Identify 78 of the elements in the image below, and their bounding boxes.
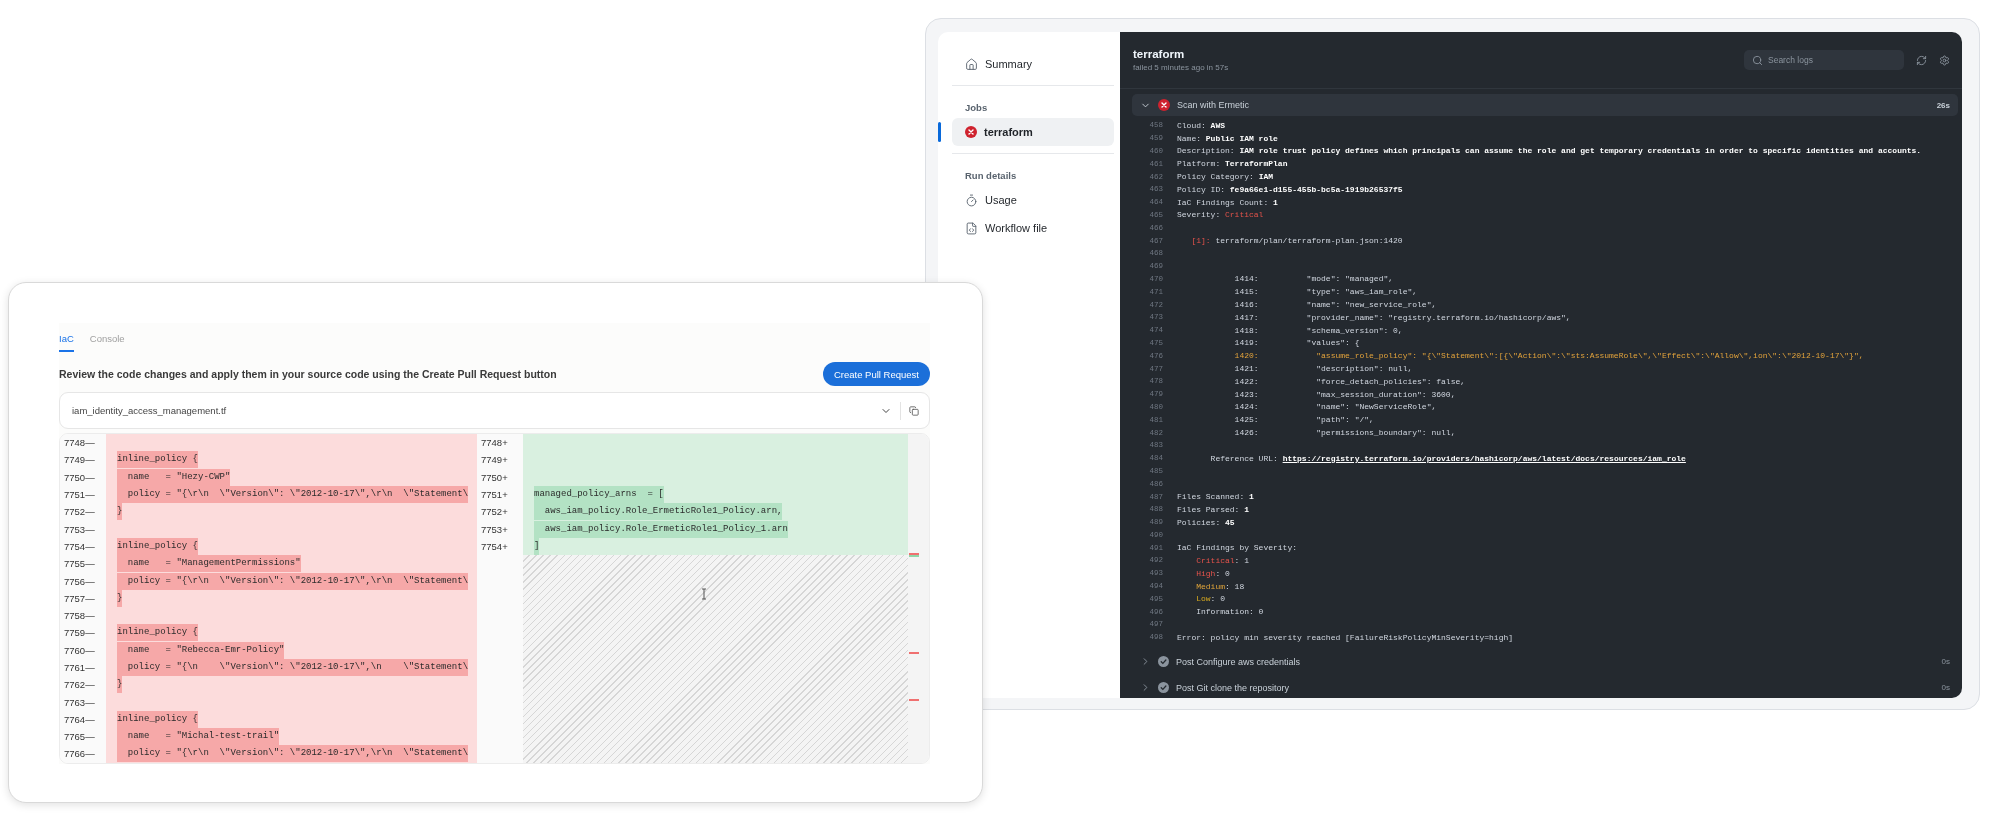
log-line: Name: Public IAM role [1177,133,1278,143]
log-line: Policy ID: fe9a66e1-d155-455b-bc5a-1919b26537f5 [1177,184,1403,194]
job-item[interactable]: terraform [952,118,1114,146]
log-line: Files Scanned: 1 [1177,492,1254,501]
line-number: 7765— [60,728,106,746]
log-line: Severity: Critical [1177,210,1264,220]
search-input[interactable]: Search logs [1768,55,1896,65]
line-number: 7752— [60,503,106,521]
stopwatch-icon [965,193,978,207]
search-icon [1752,54,1763,66]
log-line: Error: policy min severity reached [FailureRiskPolicyMinSeverity=high] [1177,632,1514,642]
log-line: Cloud: AWS [1177,120,1225,130]
log-line: 1421: "description": null, [1233,364,1413,374]
tab[interactable]: IaC [59,325,74,352]
step-duration: 26s [1936,100,1950,110]
job-status-text: failed 5 minutes ago in 57s [1133,63,1229,72]
log-line: Critical: 1 [1195,556,1249,565]
change-marker [909,652,919,654]
step-header[interactable]: Scan with Ermetic 26s [1132,94,1958,116]
log-line: 1416: "name": "new_service_role", [1233,300,1437,310]
log-line: Files Parsed: 1 [1177,504,1250,514]
log-line: Policies: 45 [1177,517,1235,527]
log-line: IaC Findings Count: 1 [1177,197,1278,207]
line-number: 7763— [60,693,106,711]
copy-icon[interactable] [909,405,919,416]
line-number: 7756— [60,572,106,590]
log-line: 1414: "mode": "managed", [1233,274,1394,284]
create-pull-request-button[interactable]: Create Pull Request [822,362,930,386]
log-line: High: 0 [1195,568,1230,578]
log-line: Low: 0 [1195,594,1225,604]
log-line: Platform: TerraformPlan [1177,159,1288,169]
step-header[interactable]: Post Configure aws credentials 0s [1132,648,1958,675]
line-number: 7749— [60,451,106,469]
log-line: 1420: "assume_role_policy": "{\"Statement\":[{\"Action\":\"sts:AssumeRole\",\"Effect\":\"Allow\",ion\":\"2012-10-17\"}", [1233,351,1864,361]
log-line: 1426: "permissions_boundary": null, [1233,428,1456,437]
log-line: 1424: "name": "NewServiceRole", [1233,402,1437,412]
settings-button[interactable] [1939,54,1950,66]
log-line: 1415: "type": "aws_iam_role", [1233,287,1418,297]
sidebar-item[interactable]: Usage [952,186,1114,214]
log-line: 1425: "path": "/", [1233,415,1374,425]
file-code-icon [965,221,978,235]
log-line: Information: 0 [1195,607,1264,617]
log-line: 1417: "provider_name": "registry.terraform.io/hashicorp/aws", [1233,312,1571,322]
log-line: 1423: "max_session_duration": 3600, [1233,389,1456,399]
instructions-text: Review the code changes and apply them in your source code using the Create Pull Request button [59,368,557,380]
line-number: 7759— [60,624,106,642]
line-number: 7766— [60,745,106,763]
job-title: terraform [1133,48,1186,60]
line-number: 7762— [60,676,106,694]
log-line: Reference URL: https://registry.terraform.io/providers/hashicorp/aws/latest/docs/resources/iam_role [1209,453,1686,463]
line-number: 7753+ [477,520,523,538]
log-line: [1]: terraform/plan/terraform-plan.json:1420 [1190,236,1403,246]
log-line: IaC Findings by Severity: [1177,543,1298,553]
line-number: 7755— [60,555,106,573]
line-number: 7748+ [477,434,523,452]
section-heading: Run details [964,168,1018,183]
log-line: Medium: 18 [1195,581,1245,591]
log-line: Description: IAM role trust policy defines which principals can assume the role and get temporary credentials in order to specific identities and accounts. [1177,146,1922,156]
log-line: 1419: "values": { [1233,338,1360,348]
refresh-button[interactable] [1916,54,1927,66]
log-line: 1422: "force_detach_policies": false, [1233,376,1466,386]
sidebar-item[interactable]: Summary [952,50,1114,78]
home-icon [965,57,978,71]
log-line: Policy Category: IAM [1177,172,1274,182]
search-field[interactable]: Search logs [1744,50,1904,70]
line-number: 7752+ [477,503,523,521]
text-cursor-icon [701,588,707,601]
line-number: 7749+ [477,451,523,469]
log-line: 1418: "schema_version": 0, [1233,325,1403,335]
file-select[interactable]: iam_identity_access_management.tf [59,392,930,429]
step-header[interactable]: Post Git clone the repository 0s [1132,674,1958,698]
step-duration: 0s [1941,657,1950,667]
line-number: 7753— [60,520,106,538]
section-heading: Jobs [964,100,989,115]
sidebar-item[interactable]: Workflow file [952,214,1114,242]
step-duration: 0s [1941,683,1950,693]
line-number: 7748— [60,434,106,452]
change-marker [909,699,919,701]
